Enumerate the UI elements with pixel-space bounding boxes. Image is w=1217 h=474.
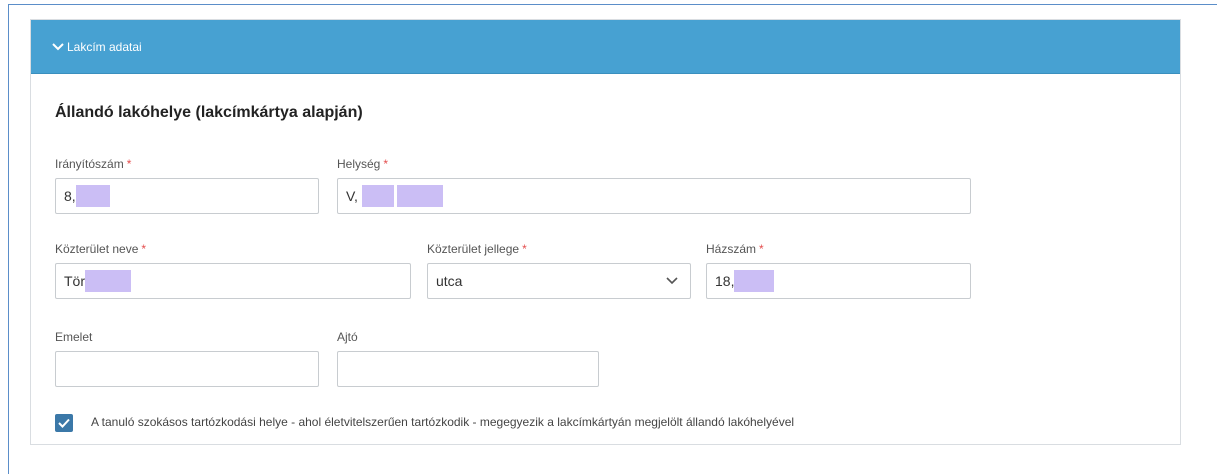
street-name-value: Tör — [64, 273, 85, 289]
street-name-input[interactable]: Tör — [55, 263, 411, 299]
address-panel-header[interactable]: Lakcím adatai — [31, 20, 1180, 74]
street-type-value: utca — [436, 273, 463, 289]
redacted-block — [396, 185, 443, 207]
door-label-text: Ajtó — [337, 330, 358, 344]
city-input[interactable]: V, — [337, 178, 971, 214]
redacted-block — [361, 185, 394, 207]
house-number-label-text: Házszám — [706, 242, 757, 256]
required-mark: * — [759, 242, 764, 256]
required-mark: * — [126, 157, 132, 171]
redacted-block — [85, 270, 131, 292]
street-name-label: Közterület neve * — [55, 242, 146, 256]
zip-label: Irányítószám * — [55, 157, 131, 171]
required-mark: * — [522, 242, 527, 256]
floor-input[interactable] — [55, 351, 319, 387]
same-residence-label[interactable]: A tanuló szokásos tartózkodási helye - a… — [91, 415, 794, 429]
street-type-label-text: Közterület jellege — [427, 242, 520, 256]
street-name-label-text: Közterület neve — [55, 242, 139, 256]
floor-label-text: Emelet — [55, 330, 93, 344]
address-panel: Lakcím adatai Állandó lakóhelye (lakcímk… — [30, 19, 1181, 445]
chevron-down-icon — [52, 42, 64, 50]
same-residence-checkbox[interactable] — [55, 414, 73, 432]
door-input[interactable] — [337, 351, 599, 387]
street-type-select[interactable]: utca — [427, 263, 691, 299]
required-mark: * — [141, 242, 147, 256]
redacted-block — [75, 185, 110, 207]
street-type-label: Közterület jellege * — [427, 242, 527, 256]
city-label-text: Helység — [337, 157, 381, 171]
zip-label-text: Irányítószám — [55, 157, 124, 171]
checkmark-icon — [58, 418, 70, 428]
zip-input[interactable]: 8, — [55, 178, 319, 214]
door-label: Ajtó — [337, 330, 358, 344]
house-number-input[interactable]: 18, — [706, 263, 971, 299]
required-mark: * — [383, 157, 389, 171]
floor-label: Emelet — [55, 330, 92, 344]
city-label: Helység * — [337, 157, 388, 171]
house-number-value: 18, — [715, 273, 735, 289]
panel-header-title: Lakcím adatai — [67, 39, 142, 54]
house-number-label: Házszám * — [706, 242, 764, 256]
redacted-block — [734, 270, 775, 292]
section-title: Állandó lakóhelye (lakcímkártya alapján) — [55, 104, 363, 121]
chevron-down-icon — [666, 277, 678, 285]
zip-value: 8, — [64, 188, 76, 204]
city-value: V, — [346, 188, 358, 204]
